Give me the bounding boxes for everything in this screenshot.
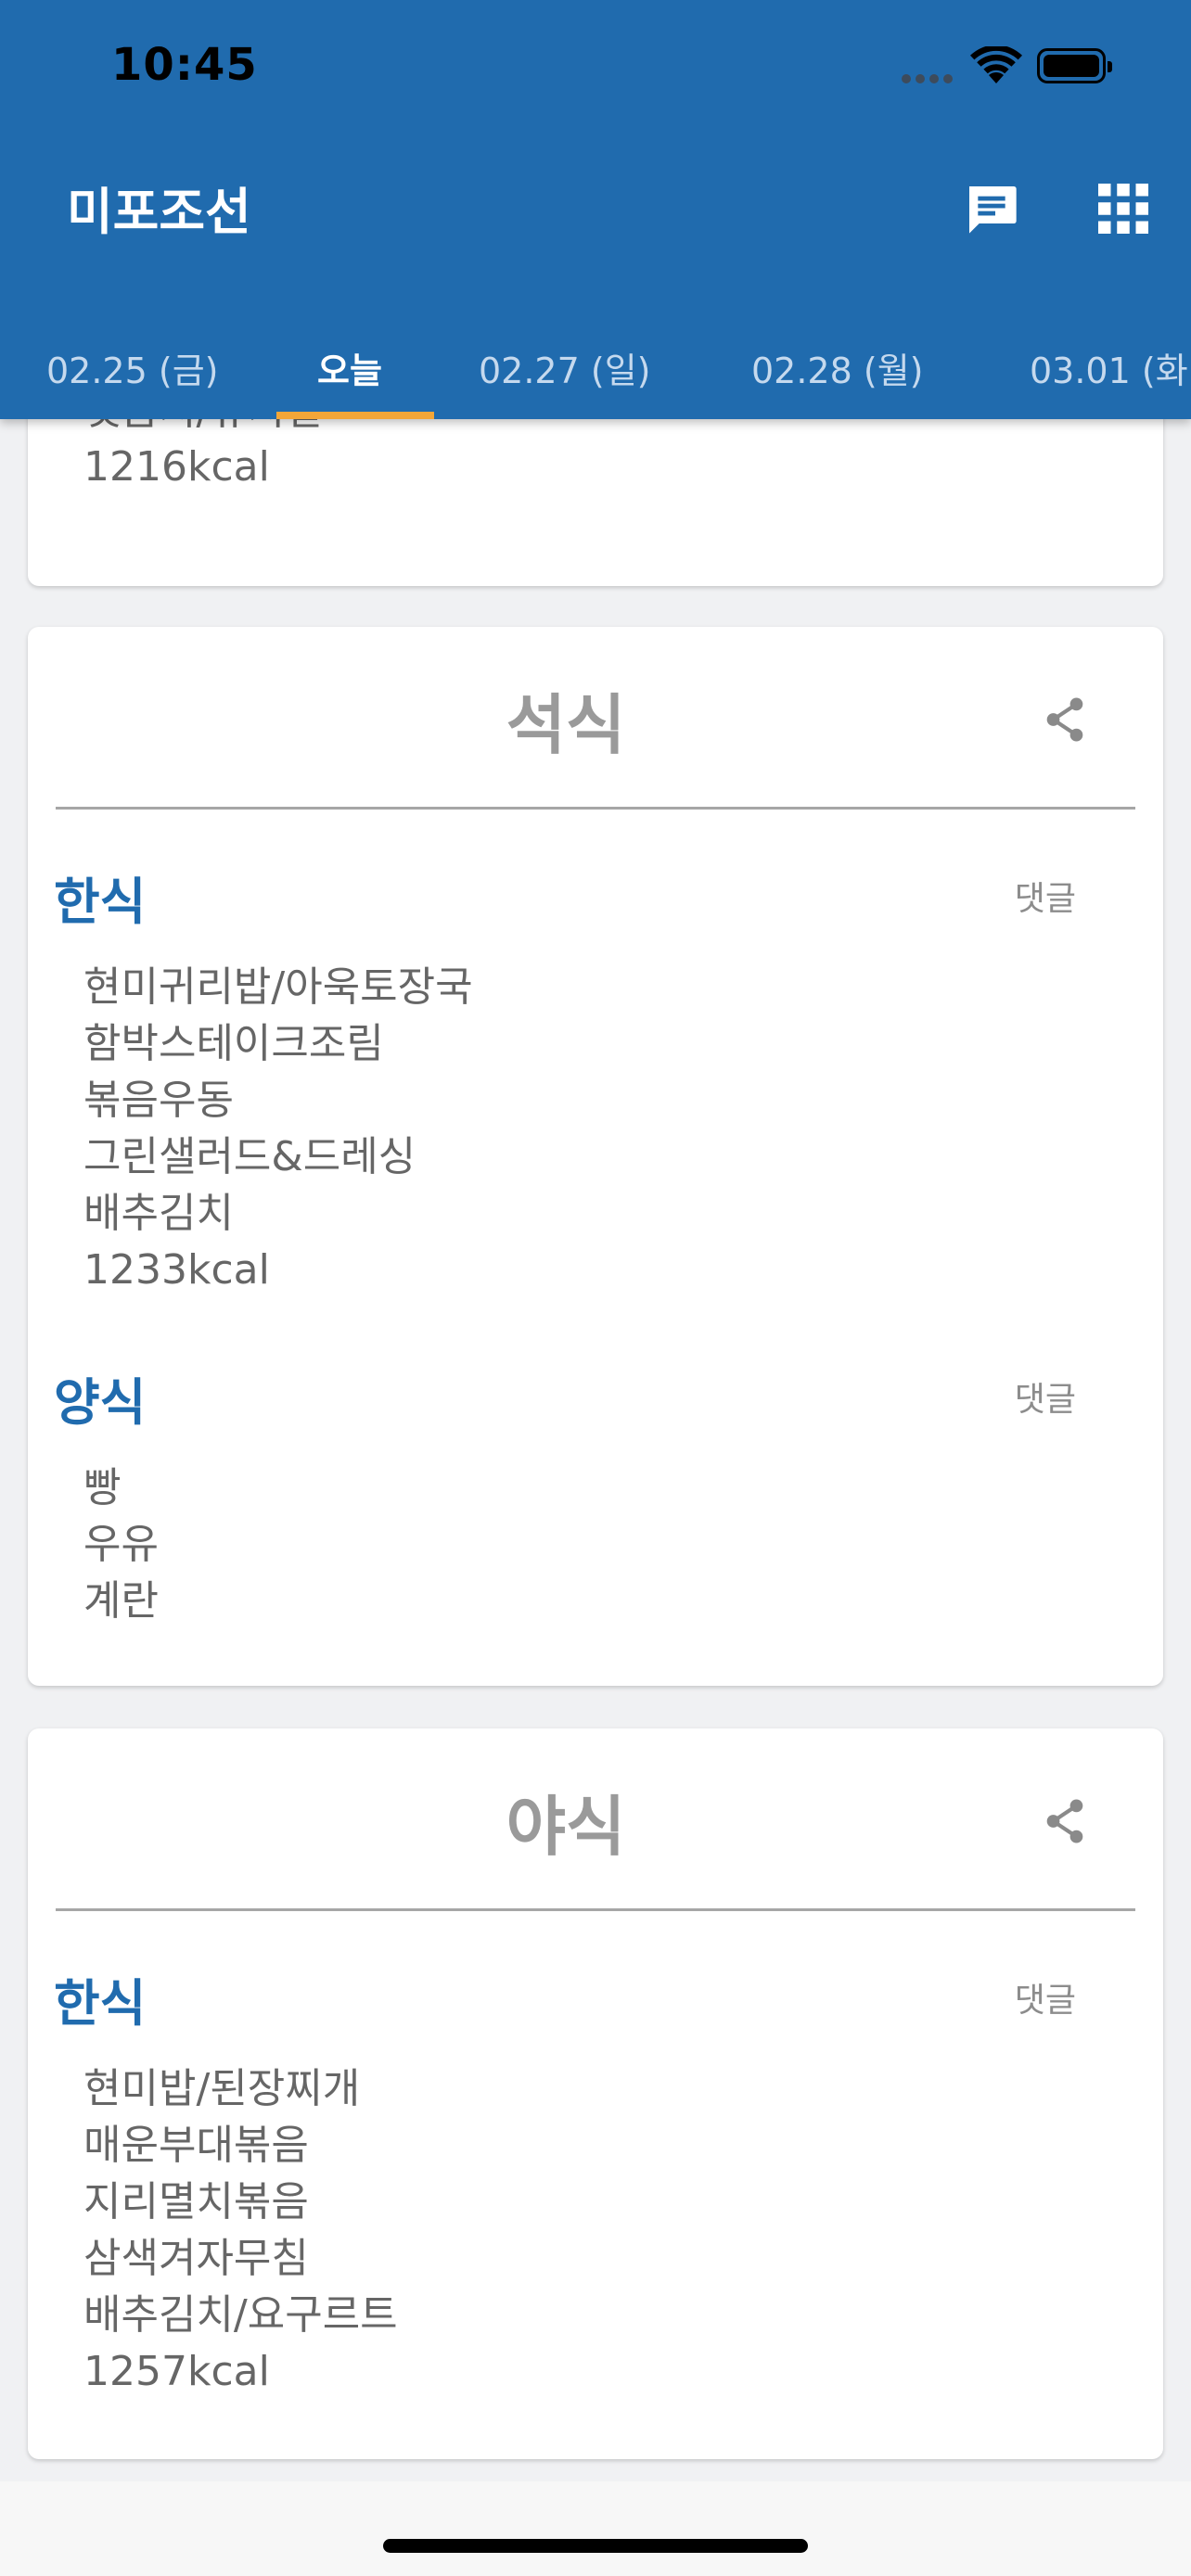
share-icon bbox=[1046, 697, 1083, 742]
tab-0228[interactable]: 02.28 (월) bbox=[751, 315, 923, 419]
meal-title: 석식 bbox=[506, 687, 626, 763]
menu-kcal: 1257kcal bbox=[83, 2348, 270, 2395]
share-button[interactable] bbox=[1037, 692, 1093, 747]
menu-item: 볶음우동 bbox=[83, 1077, 234, 1124]
menu-item: 계란 bbox=[83, 1577, 159, 1625]
menu-item: 그린샐러드&드레싱 bbox=[83, 1133, 416, 1180]
apps-grid-icon bbox=[1098, 184, 1148, 234]
menu-list: 현미귀리밥/아욱토장국 함박스테이크조림 볶음우동 그린샐러드&드레싱 배추김치… bbox=[28, 959, 473, 1298]
category-title-korean: 한식 bbox=[54, 1974, 147, 2033]
divider bbox=[56, 807, 1135, 810]
app-title: 미포조선 bbox=[67, 183, 251, 241]
message-icon bbox=[969, 186, 1017, 234]
menu-item: 현미밥/된장찌개 bbox=[83, 2065, 361, 2112]
menu-kcal: 1233kcal bbox=[83, 1246, 270, 1294]
menu-list: 현미밥/된장찌개 매운부대볶음 지리멸치볶음 삼색겨자무침 배추김치/요구르트 … bbox=[28, 2060, 398, 2400]
menu-item: 우유 bbox=[83, 1521, 159, 1568]
active-tab-indicator bbox=[276, 412, 434, 419]
tab-0225[interactable]: 02.25 (금) bbox=[46, 315, 218, 419]
menu-item: 매운부대볶음 bbox=[83, 2122, 309, 2169]
apps-button[interactable] bbox=[1091, 176, 1156, 241]
menu-item: 함박스테이크조림 bbox=[83, 1020, 384, 1067]
status-time: 10:45 bbox=[111, 39, 258, 91]
category-title-western: 양식 bbox=[54, 1373, 147, 1432]
app-bar: 10:45 미포조선 02.25 (금) 오늘 02.27 (일) 02.28 … bbox=[0, 0, 1191, 419]
message-button[interactable] bbox=[959, 176, 1024, 241]
cellular-signal-icon bbox=[902, 74, 955, 83]
tab-0301[interactable]: 03.01 (화 bbox=[1030, 315, 1188, 419]
date-tabs[interactable]: 02.25 (금) 오늘 02.27 (일) 02.28 (월) 03.01 (… bbox=[0, 315, 1191, 419]
menu-item: 배추김치 bbox=[83, 1190, 234, 1237]
menu-list: 빵 우유 계란 bbox=[28, 1460, 159, 1629]
menu-item: 빵 bbox=[83, 1464, 122, 1511]
comment-button[interactable]: 댓글 bbox=[1015, 1372, 1076, 1421]
meal-card-dinner: 석식 한식 댓글 현미귀리밥/아욱토장국 함박스테이크조림 볶음우동 그린샐러드… bbox=[28, 627, 1163, 1686]
tab-0227[interactable]: 02.27 (일) bbox=[479, 315, 650, 419]
meal-kcal: 1216kcal bbox=[83, 443, 270, 491]
menu-item: 배추김치/요구르트 bbox=[83, 2291, 398, 2339]
menu-item: 지리멸치볶음 bbox=[83, 2178, 309, 2225]
tab-today[interactable]: 오늘 bbox=[317, 315, 382, 419]
wifi-icon bbox=[970, 46, 1022, 83]
battery-icon bbox=[1037, 48, 1112, 83]
share-icon bbox=[1046, 1799, 1083, 1843]
comment-button[interactable]: 댓글 bbox=[1015, 1973, 1076, 2021]
divider bbox=[56, 1908, 1135, 1911]
menu-item: 삼색겨자무침 bbox=[83, 2235, 309, 2282]
menu-item: 현미귀리밥/아욱토장국 bbox=[83, 963, 473, 1011]
share-button[interactable] bbox=[1037, 1793, 1093, 1849]
meal-title: 야식 bbox=[506, 1789, 626, 1865]
home-indicator[interactable] bbox=[383, 2539, 808, 2553]
category-title-korean: 한식 bbox=[54, 873, 147, 931]
home-bar-area bbox=[0, 2481, 1191, 2576]
meal-card-late-night: 야식 한식 댓글 현미밥/된장찌개 매운부대볶음 지리멸치볶음 삼색겨자무침 배… bbox=[28, 1728, 1163, 2459]
comment-button[interactable]: 댓글 bbox=[1015, 872, 1076, 920]
